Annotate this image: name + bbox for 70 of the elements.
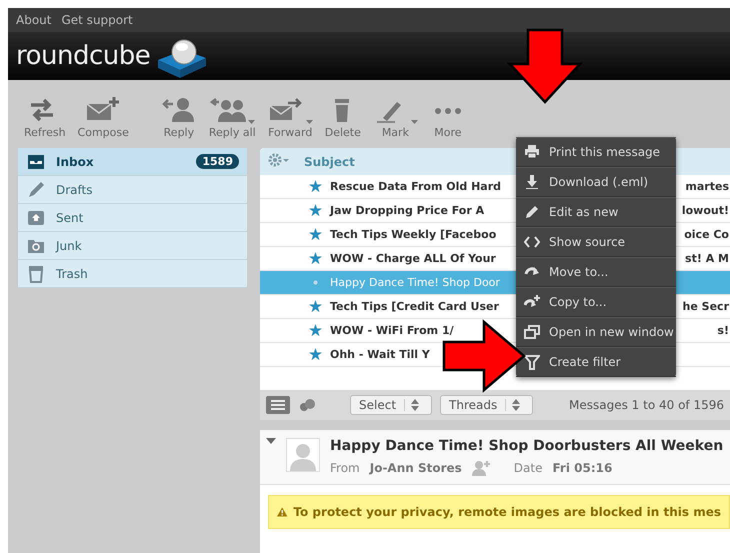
logo-text: roundcube <box>16 41 150 71</box>
mark-button[interactable]: Mark <box>366 94 424 139</box>
curved-arrow-plus-icon <box>524 294 540 310</box>
folder-item[interactable]: Drafts <box>18 176 247 204</box>
reply-button[interactable]: Reply <box>154 94 203 139</box>
replyall-button[interactable]: Reply all <box>202 94 262 139</box>
message-subject: oice Co <box>684 228 730 241</box>
list-icon <box>266 396 290 414</box>
message-count: Messages 1 to 40 of 1596 <box>569 398 725 412</box>
speech-bubbles-icon <box>298 398 316 412</box>
menu-item[interactable]: Download (.eml) <box>516 167 676 197</box>
person-plus-icon <box>472 460 490 476</box>
printer-icon <box>524 144 540 160</box>
filter-icon <box>524 354 540 370</box>
unread-count: 1589 <box>196 154 239 169</box>
header-link[interactable]: About <box>16 13 52 27</box>
message-subject: Tech Tips [Credit Card User <box>330 300 500 313</box>
thread-view-button[interactable] <box>298 398 316 412</box>
privacy-notice: To protect your privacy, remote images are blocked in this mes <box>268 495 730 529</box>
collapse-caret-icon <box>266 438 276 444</box>
gear-icon <box>268 153 290 167</box>
column-header[interactable]: Subject <box>298 154 355 168</box>
menu-item[interactable]: Open in new window <box>516 317 676 347</box>
pencil-icon <box>26 180 46 200</box>
refresh-button[interactable]: Refresh <box>18 94 72 139</box>
message-subject: WOW - WiFi From 1/ <box>330 324 455 337</box>
menu-item[interactable]: Copy to... <box>516 287 676 317</box>
folder-item[interactable]: Sent <box>18 204 247 232</box>
people-reply-icon <box>210 96 246 124</box>
message-subject: lowout! <box>682 204 730 217</box>
message-subject: Rescue Data From Old Hard <box>330 180 502 193</box>
compose-button[interactable]: Compose <box>72 94 135 139</box>
message-subject: Happy Dance Time! Shop Door <box>330 276 501 289</box>
folder-item[interactable]: Junk <box>18 232 247 260</box>
code-icon <box>524 234 540 250</box>
avatar-icon <box>286 438 320 472</box>
message-subject: Ohh - Wait Till Y <box>330 348 431 361</box>
message-subject: martes <box>685 180 730 193</box>
date-label: Date <box>514 461 542 475</box>
threading-dropdown[interactable]: Threads <box>440 395 534 415</box>
message-subject: st! A M <box>685 252 730 265</box>
dots-icon <box>434 108 461 114</box>
menu-item[interactable]: Print this message <box>516 137 676 167</box>
download-icon <box>524 174 540 190</box>
delete-button[interactable]: Delete <box>318 94 367 139</box>
message-date: Fri 05:16 <box>552 461 612 475</box>
trash-icon <box>26 264 46 284</box>
forward-button[interactable]: Forward <box>262 94 319 139</box>
person-reply-icon <box>160 96 197 124</box>
header-link[interactable]: Get support <box>61 13 133 27</box>
message-title: Happy Dance Time! Shop Doorbusters All Weeken <box>330 438 724 454</box>
menu-item[interactable]: Move to... <box>516 257 676 287</box>
menu-item[interactable]: Edit as new <box>516 197 676 227</box>
list-view-button[interactable] <box>266 396 290 414</box>
message-subject: s! <box>717 324 730 337</box>
sender-name[interactable]: Jo-Ann Stores <box>370 461 462 475</box>
message-subject: Tech Tips Weekly [Faceboo <box>330 228 498 241</box>
message-subject: Jaw Dropping Price For A <box>330 204 486 217</box>
message-subject: WOW - Charge ALL Of Your <box>330 252 497 265</box>
selection-dropdown[interactable]: Select <box>350 395 432 415</box>
pencil-icon <box>524 204 540 220</box>
windows-icon <box>524 324 540 340</box>
folder-item[interactable]: Trash <box>18 260 247 288</box>
folder-item[interactable]: Inbox 1589 <box>18 148 247 176</box>
more-button[interactable]: More <box>424 94 472 139</box>
warning-icon <box>277 505 288 519</box>
from-label: From <box>330 461 360 475</box>
add-contact-button[interactable] <box>472 460 490 476</box>
message-subject: he Secr <box>682 300 730 313</box>
menu-item[interactable]: Show source <box>516 227 676 257</box>
